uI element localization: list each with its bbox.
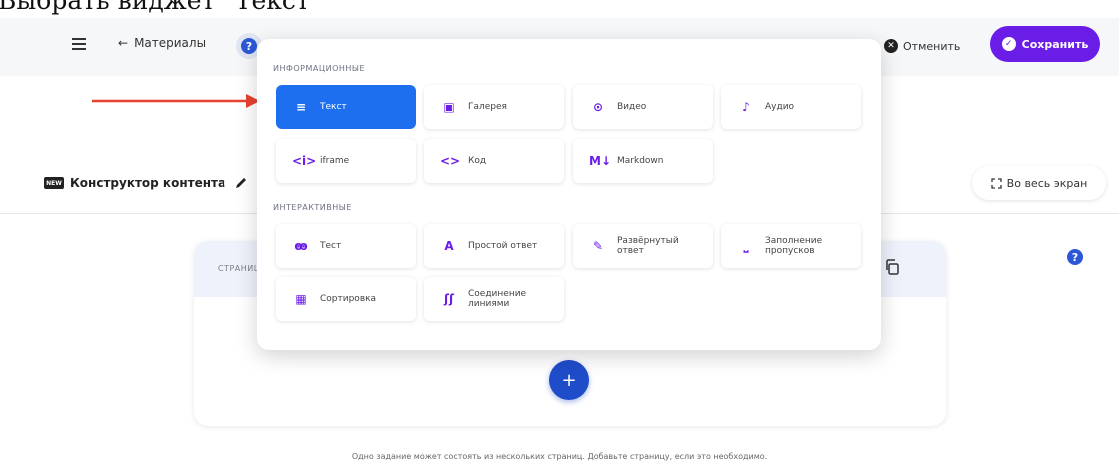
markdown-icon: M↓ — [589, 154, 611, 168]
cancel-label: Отменить — [903, 39, 961, 53]
test-icon: ꙭ — [294, 239, 308, 253]
widget-gallery[interactable]: ▣ Галерея — [424, 85, 564, 129]
pointer-arrow-icon — [92, 94, 260, 108]
back-to-materials-link[interactable]: ← Материалы — [118, 36, 206, 50]
widget-label: Простой ответ — [468, 240, 538, 251]
widget-label: Текст — [320, 101, 347, 112]
widget-label: Аудио — [765, 101, 795, 112]
fullscreen-label: Во весь экран — [1006, 176, 1088, 190]
section-title-informational: ИНФОРМАЦИОННЫЕ — [273, 64, 366, 73]
widget-connect-lines[interactable]: ʃʃ Соединение линиями — [424, 277, 564, 321]
music-note-icon: ♪ — [742, 100, 750, 114]
arrow-left-icon: ← — [118, 36, 129, 50]
widget-test[interactable]: ꙭ Тест — [276, 224, 416, 268]
page-hint: Одно задание может состоять из нескольки… — [351, 452, 768, 461]
menu-icon[interactable] — [72, 38, 86, 50]
check-icon: ✓ — [1001, 37, 1016, 51]
fullscreen-icon — [991, 177, 1002, 189]
text-lines-icon: ≡ — [295, 100, 307, 114]
code-icon: <> — [440, 154, 461, 168]
save-label: Сохранить — [1021, 37, 1089, 51]
widget-label: Markdown — [617, 155, 664, 166]
play-circle-icon: ⊙ — [592, 100, 604, 114]
widget-label: Развёрнутый ответ — [617, 235, 679, 256]
save-button[interactable]: ✓ Сохранить — [990, 26, 1100, 62]
copy-icon[interactable] — [884, 259, 900, 275]
connect-lines-icon: ʃʃ — [444, 292, 454, 306]
widget-fill-gaps[interactable]: ⎵ Заполнение пропусков — [721, 224, 861, 268]
help-icon[interactable]: ? — [1067, 249, 1083, 265]
content-builder-title: NEW Конструктор контента — [44, 176, 226, 190]
widget-picker-popup: ИНФОРМАЦИОННЫЕ ≡ Текст ▣ Галерея ⊙ Видео… — [257, 39, 881, 350]
widget-label: iframe — [320, 155, 350, 166]
section-title-interactive: ИНТЕРАКТИВНЫЕ — [273, 203, 352, 212]
widget-simple-answer[interactable]: A Простой ответ — [424, 224, 564, 268]
gap-fill-icon: ⎵ — [743, 239, 749, 253]
widget-label: Сортировка — [320, 293, 377, 304]
back-link-label: Материалы — [134, 36, 207, 50]
widget-label: Тест — [320, 240, 342, 251]
close-icon: ✕ — [884, 39, 898, 53]
widget-video[interactable]: ⊙ Видео — [573, 85, 713, 129]
widget-iframe[interactable]: <i> iframe — [276, 139, 416, 183]
widget-long-answer[interactable]: ✎ Развёрнутый ответ — [573, 224, 713, 268]
new-badge: NEW — [44, 177, 64, 189]
widget-audio[interactable]: ♪ Аудио — [721, 85, 861, 129]
pen-icon: ✎ — [592, 239, 604, 253]
widget-label: Галерея — [468, 101, 507, 112]
builder-label: Конструктор контента — [70, 176, 227, 190]
widget-text[interactable]: ≡ Текст — [276, 85, 416, 129]
add-widget-button[interactable]: + — [549, 360, 589, 400]
gallery-icon: ▣ — [443, 100, 455, 114]
caption-text: Выбрать виджет "Текст" — [0, 0, 322, 15]
widget-markdown[interactable]: M↓ Markdown — [573, 139, 713, 183]
iframe-icon: <i> — [292, 154, 317, 168]
widget-label: Соединение линиями — [468, 288, 527, 309]
widget-label: Заполнение пропусков — [765, 235, 823, 256]
fullscreen-button[interactable]: Во весь экран — [972, 166, 1106, 200]
widget-code[interactable]: <> Код — [424, 139, 564, 183]
grid-sort-icon: ▦ — [295, 292, 307, 306]
widget-sorting[interactable]: ▦ Сортировка — [276, 277, 416, 321]
pencil-icon — [236, 178, 246, 188]
help-icon: ? — [241, 38, 257, 54]
edit-button[interactable] — [224, 166, 258, 200]
widget-label: Видео — [617, 101, 647, 112]
widget-label: Код — [468, 155, 487, 166]
simple-answer-icon: A — [444, 239, 454, 253]
cancel-button[interactable]: ✕ Отменить — [884, 33, 960, 59]
